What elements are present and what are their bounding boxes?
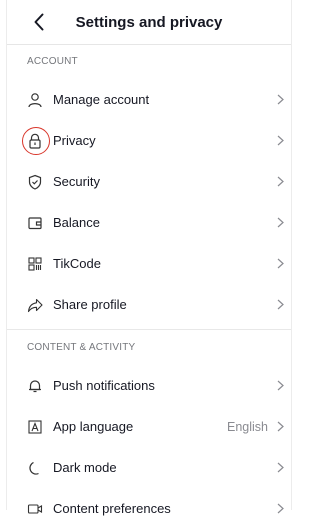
bell-icon [27, 378, 43, 394]
settings-item-push-notifications[interactable]: Push notifications [7, 365, 291, 406]
wallet-icon [27, 215, 43, 231]
settings-item-balance[interactable]: Balance [7, 202, 291, 243]
settings-item-tikcode[interactable]: TikCode [7, 243, 291, 284]
chevron-right-icon [276, 462, 284, 474]
section-header-account: ACCOUNT [27, 56, 78, 67]
video-icon [27, 501, 43, 517]
chevron-right-icon [276, 299, 284, 311]
chevron-right-icon [276, 135, 284, 147]
language-icon [27, 419, 43, 435]
right-border [291, 0, 292, 510]
moon-icon [27, 460, 43, 476]
nav-header: Settings and privacy [7, 0, 291, 45]
settings-item-label: Security [53, 174, 100, 189]
lock-icon [27, 133, 43, 149]
section-header-content-activity: CONTENT & ACTIVITY [27, 342, 136, 353]
back-button[interactable] [27, 10, 51, 34]
settings-item-label: Privacy [53, 133, 96, 148]
settings-item-manage-account[interactable]: Manage account [7, 79, 291, 120]
settings-list: ACCOUNT Manage account Privacy Security … [7, 44, 291, 516]
chevron-left-icon [34, 13, 44, 31]
settings-item-label: Dark mode [53, 460, 117, 475]
chevron-right-icon [276, 503, 284, 515]
share-icon [27, 297, 43, 313]
person-icon [27, 92, 43, 108]
settings-item-label: Content preferences [53, 501, 171, 516]
settings-item-label: Share profile [53, 297, 127, 312]
chevron-right-icon [276, 258, 284, 270]
settings-item-app-language[interactable]: App language English [7, 406, 291, 447]
settings-item-share-profile[interactable]: Share profile [7, 284, 291, 325]
settings-item-label: Manage account [53, 92, 150, 107]
page-title: Settings and privacy [75, 13, 223, 31]
settings-item-label: Balance [53, 215, 100, 230]
shield-icon [27, 174, 43, 190]
settings-item-label: App language [53, 419, 134, 434]
settings-item-content-preferences[interactable]: Content preferences [7, 488, 291, 529]
chevron-right-icon [276, 217, 284, 229]
settings-item-privacy[interactable]: Privacy [7, 120, 291, 161]
chevron-right-icon [276, 421, 284, 433]
chevron-right-icon [276, 94, 284, 106]
settings-item-label: TikCode [53, 256, 101, 271]
settings-item-security[interactable]: Security [7, 161, 291, 202]
chevron-right-icon [276, 380, 284, 392]
settings-item-label: Push notifications [53, 378, 155, 393]
current-language-value: English [227, 419, 268, 434]
settings-item-dark-mode[interactable]: Dark mode [7, 447, 291, 488]
chevron-right-icon [276, 176, 284, 188]
qr-code-icon [27, 256, 43, 272]
